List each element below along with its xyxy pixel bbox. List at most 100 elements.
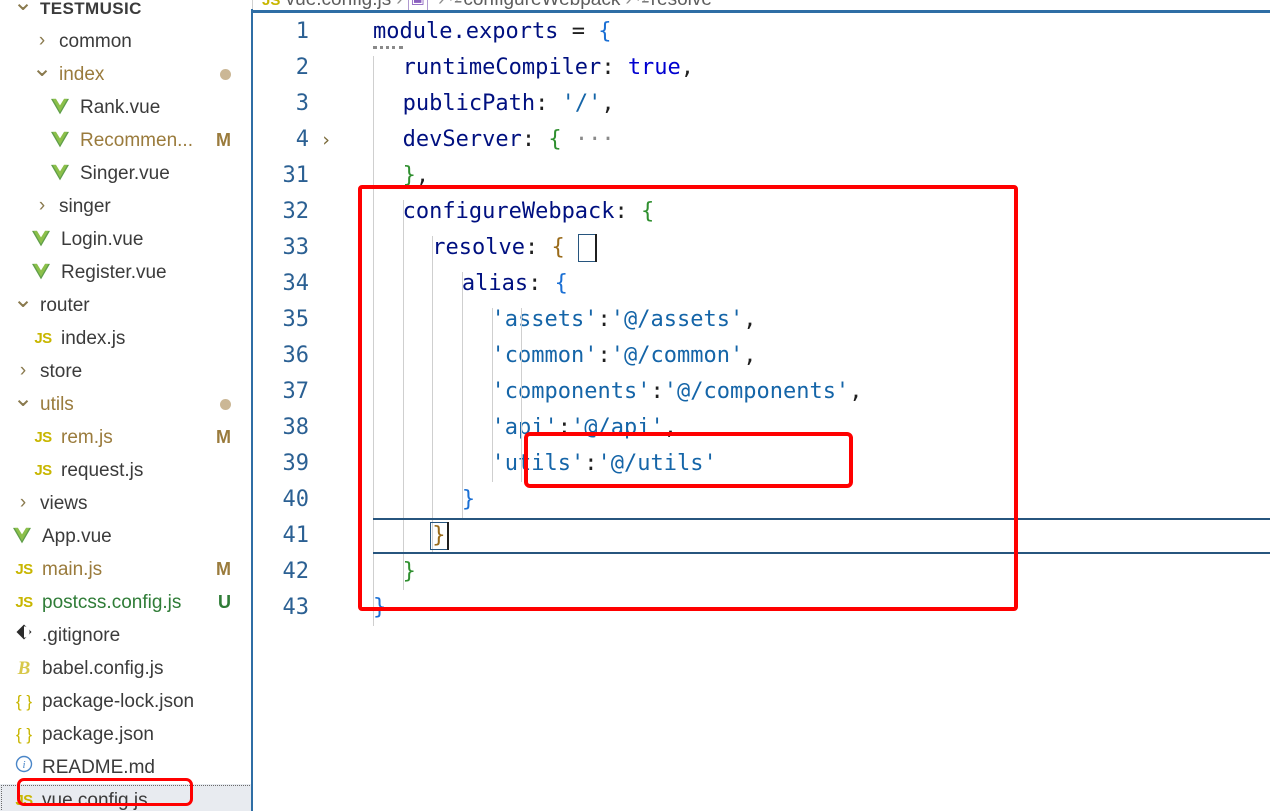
code-line-text: }	[402, 559, 416, 584]
code-line[interactable]: 40}	[253, 482, 1270, 518]
code-line[interactable]: 41}	[253, 518, 1270, 554]
code-line[interactable]: 36 'common':'@/common',	[253, 338, 1270, 374]
tree-item-rem-js[interactable]: JS rem.js M	[0, 421, 253, 454]
explorer-tree[interactable]: ⌄ TESTMUSIC › common ⌄ index Rank.vue Recommen.…	[0, 0, 253, 811]
tree-item-utils[interactable]: ⌄ utils	[0, 385, 253, 421]
code-line-text: publicPath: '/',	[402, 91, 615, 116]
line-number: 39	[282, 451, 310, 476]
code-content[interactable]: 1 module.exports = { 2 runtimeCompiler: tru…	[253, 14, 1270, 811]
tree-item-package-json[interactable]: { } package.json	[0, 718, 253, 751]
chevron-down-icon[interactable]: ⌄	[12, 0, 34, 19]
chevron-down-icon[interactable]: ⌄	[31, 52, 53, 85]
vue-file-icon	[50, 98, 74, 120]
line-number: 37	[282, 379, 310, 404]
breadcrumb-file[interactable]: vue.config.js	[286, 0, 392, 10]
vscode-window: ⌄ TESTMUSIC › common ⌄ index Rank.vue Recommen.…	[0, 0, 1270, 811]
tree-item-main-js[interactable]: JS main.js M	[0, 553, 253, 586]
tree-item-label: package.json	[42, 724, 154, 745]
tree-item-label: singer	[59, 196, 111, 217]
code-line-text: }	[432, 523, 446, 548]
breadcrumb-crumb[interactable]: resolve	[651, 0, 712, 10]
tree-item-store[interactable]: › store	[0, 355, 253, 388]
js-file-icon: JS	[34, 429, 52, 446]
tree-item-login-vue[interactable]: Login.vue	[0, 223, 253, 256]
line-number: 1	[295, 19, 309, 44]
tree-item-babel-config-js[interactable]: Bbabel.config.js	[0, 652, 253, 685]
breadcrumb-crumb[interactable]: configureWebpack	[463, 0, 620, 10]
tree-item-recommen[interactable]: Recommen... M	[0, 124, 253, 157]
indent-guide	[402, 200, 404, 590]
tree-item-label: App.vue	[42, 526, 112, 547]
code-line[interactable]: 42}	[253, 554, 1270, 590]
tree-item-singer-vue[interactable]: Singer.vue	[0, 157, 253, 190]
line-number: 41	[282, 523, 310, 548]
line-number: 40	[282, 487, 310, 512]
tree-item-index[interactable]: ⌄ index	[0, 55, 253, 91]
breadcrumb-separator: ›	[391, 0, 407, 10]
tree-item-label: postcss.config.js	[42, 592, 182, 613]
code-line[interactable]: 32 configureWebpack: {	[253, 194, 1270, 230]
line-number: 2	[295, 55, 309, 80]
js-file-icon: JS	[262, 0, 281, 9]
code-line-text: 'api':'@/api',	[491, 415, 677, 440]
vue-file-icon	[12, 527, 36, 549]
tree-item-request-js[interactable]: JS request.js	[0, 454, 253, 487]
tree-item-router[interactable]: ⌄ router	[0, 286, 253, 322]
tree-item-package-lock-json[interactable]: { } package-lock.json	[0, 685, 253, 718]
code-line-text: }	[461, 487, 476, 512]
code-line[interactable]: 43}	[253, 590, 1270, 626]
code-line[interactable]: 34 alias: {	[253, 266, 1270, 302]
code-line[interactable]: 37 'components':'@/components',	[253, 374, 1270, 410]
vue-file-icon	[50, 131, 74, 153]
folder-modified-dot-icon	[220, 69, 231, 80]
code-line[interactable]: 2 runtimeCompiler: true,	[253, 50, 1270, 86]
code-line[interactable]: 4 › devServer: { ···	[253, 122, 1270, 158]
code-editor[interactable]: JS vue.config.js›▣ ›ᴿ̵ configureWebpack›…	[253, 0, 1270, 811]
tree-item-rank-vue[interactable]: Rank.vue	[0, 91, 253, 124]
code-line-text: module.exports = {	[373, 19, 612, 44]
babel-file-icon: B	[17, 658, 31, 679]
code-line[interactable]: 35 'assets':'@/assets',	[253, 302, 1270, 338]
git-file-icon	[12, 619, 36, 652]
code-line[interactable]: 38 'api':'@/api',	[253, 410, 1270, 446]
tree-item-label: request.js	[61, 460, 144, 481]
indent-guide	[373, 56, 374, 626]
tree-item-postcss-config-js[interactable]: JS postcss.config.js U	[0, 586, 253, 619]
vue-file-icon	[31, 230, 55, 252]
git-status-badge: U	[218, 592, 231, 612]
line-number: 42	[282, 559, 310, 584]
chevron-right-icon[interactable]: ›	[12, 486, 34, 519]
fold-chevron-right-icon[interactable]: ›	[317, 122, 335, 158]
tree-item-views[interactable]: › views	[0, 487, 253, 520]
code-line[interactable]: 39 'utils':'@/utils'	[253, 446, 1270, 482]
indent-guide	[432, 236, 434, 554]
js-file-icon: JS	[34, 462, 52, 479]
tree-item-gitignore[interactable]: .gitignore	[0, 619, 253, 652]
svg-text:i: i	[22, 759, 25, 771]
git-status-badge: M	[216, 559, 231, 579]
chevron-down-icon[interactable]: ⌄	[12, 382, 34, 415]
code-line[interactable]: 31},	[253, 158, 1270, 194]
code-line-text: }	[373, 595, 387, 620]
js-file-icon: JS	[15, 561, 33, 578]
tree-item-singer[interactable]: › singer	[0, 190, 253, 223]
tree-item-index-js[interactable]: JS index.js	[0, 322, 253, 355]
line-number: 4	[295, 127, 309, 152]
json-file-icon: { }	[15, 725, 33, 744]
code-line[interactable]: 3 publicPath: '/',	[253, 86, 1270, 122]
info-file-icon: i	[12, 751, 36, 784]
code-line[interactable]: 1 module.exports = {	[253, 14, 1270, 50]
indent-guide	[461, 272, 463, 518]
chevron-right-icon[interactable]: ›	[31, 189, 53, 222]
vue-file-icon	[50, 164, 74, 186]
code-line-text: },	[402, 163, 430, 188]
tree-item-app-vue[interactable]: App.vue	[0, 520, 253, 553]
code-line[interactable]: 33 resolve: {	[253, 230, 1270, 266]
tree-item-testmusic[interactable]: ⌄ TESTMUSIC	[0, 0, 253, 25]
tree-item-readme-md[interactable]: i README.md	[0, 751, 253, 784]
chevron-down-icon[interactable]: ⌄	[12, 283, 34, 316]
tree-item-register-vue[interactable]: Register.vue	[0, 256, 253, 289]
tree-item-vue-config-js[interactable]: JS vue.config.js	[0, 784, 253, 811]
breadcrumb-separator: ›	[620, 0, 636, 10]
code-line-text: 'components':'@/components',	[491, 379, 863, 404]
